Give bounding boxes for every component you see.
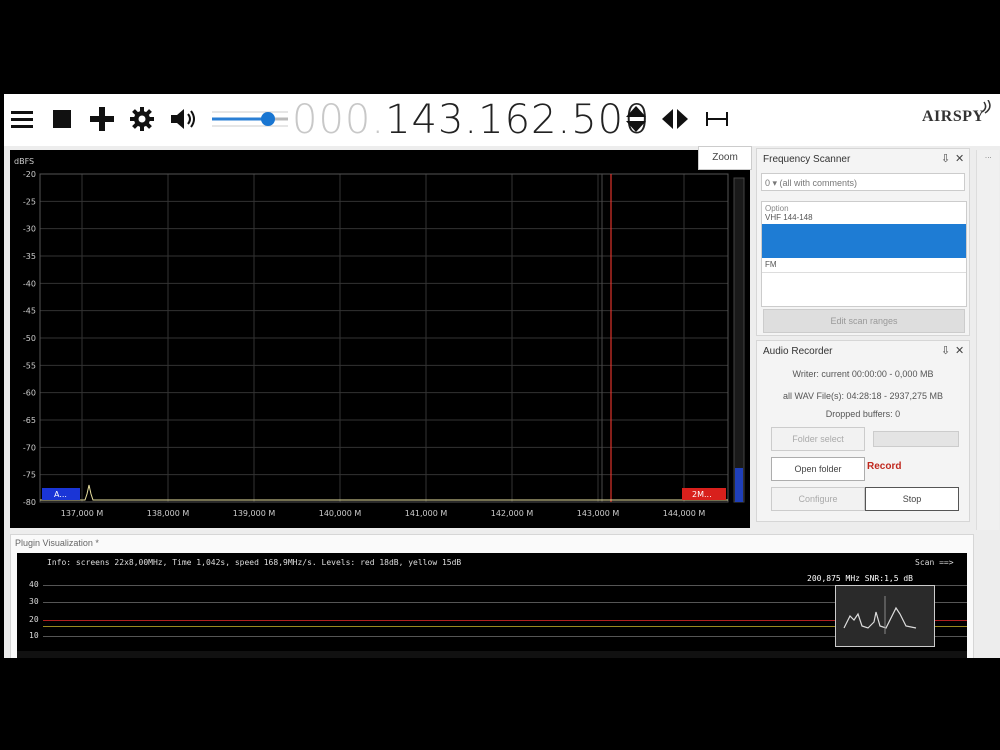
frequency-display[interactable]: 000.143.162.500 bbox=[292, 97, 651, 143]
recorder-all-files: all WAV File(s): 04:28:18 - 2937,275 MB bbox=[782, 391, 944, 401]
y-tick-label: -35 bbox=[23, 252, 36, 261]
viz-title: Plugin Visualization * bbox=[15, 538, 99, 548]
viz-gridline bbox=[43, 585, 967, 586]
recorder-current: Writer: current 00:00:00 - 0,000 MB bbox=[792, 369, 934, 379]
list-divider bbox=[762, 272, 966, 273]
toolbar: 000.143.162.500 AIRSPY bbox=[4, 94, 1000, 146]
list-item[interactable]: Option bbox=[765, 204, 789, 213]
x-tick-label: 141,000 M bbox=[405, 509, 448, 518]
folder-select-button[interactable]: Folder select bbox=[771, 427, 865, 451]
x-tick-label: 142,000 M bbox=[491, 509, 534, 518]
viz-bottom-strip bbox=[17, 651, 967, 658]
tuning-left-right-icon[interactable] bbox=[660, 104, 690, 134]
y-tick-label: -40 bbox=[23, 279, 36, 288]
y-tick-label: -60 bbox=[23, 389, 36, 398]
frequency-prefix: 000. bbox=[292, 97, 386, 143]
x-tick-label: 137,000 M bbox=[61, 509, 104, 518]
viz-tick: 10 bbox=[29, 631, 39, 640]
x-tick-label: 138,000 M bbox=[147, 509, 190, 518]
menu-icon[interactable] bbox=[10, 104, 34, 134]
plugin-visualization-panel: Plugin Visualization * Info: screens 22x… bbox=[10, 534, 974, 658]
visualization-screen[interactable]: Info: screens 22x8,00MHz, Time 1,042s, s… bbox=[17, 553, 967, 658]
y-tick-label: -75 bbox=[23, 471, 36, 480]
viz-tick: 40 bbox=[29, 580, 39, 589]
x-tick-label: 139,000 M bbox=[233, 509, 276, 518]
record-progress-bar bbox=[873, 431, 959, 447]
viz-tick: 20 bbox=[29, 615, 39, 624]
y-tick-label: -55 bbox=[23, 361, 36, 370]
list-item[interactable]: FM bbox=[765, 260, 777, 269]
pin-icon[interactable]: ⇩ bbox=[941, 344, 950, 357]
audio-recorder-panel: Audio Recorder ⇩ ✕ Writer: current 00:00… bbox=[756, 340, 970, 522]
y-tick-label: -45 bbox=[23, 307, 36, 316]
y-tick-label: -30 bbox=[23, 225, 36, 234]
configure-button[interactable]: Configure bbox=[771, 487, 865, 511]
unit-label: dBFS bbox=[14, 157, 34, 166]
signal-waves-icon bbox=[981, 100, 991, 114]
list-item-selected[interactable] bbox=[762, 224, 966, 258]
close-icon[interactable]: ✕ bbox=[955, 152, 964, 165]
scan-label: Scan ==> bbox=[915, 558, 954, 567]
speaker-icon[interactable] bbox=[168, 104, 200, 134]
viz-tick: 30 bbox=[29, 597, 39, 606]
viz-gridline bbox=[43, 636, 967, 637]
right-badge-label: 2M... bbox=[692, 490, 712, 499]
spectrum-plot[interactable]: dBFS -20 -25 -30 -35 -40 -45 -50 -55 -60 -65 -70 -75… bbox=[10, 150, 750, 528]
close-icon[interactable]: ✕ bbox=[955, 344, 964, 357]
scanner-dropdown[interactable]: 0 ▾ (all with comments) bbox=[761, 173, 965, 191]
x-tick-label: 143,000 M bbox=[577, 509, 620, 518]
red-level-line bbox=[43, 620, 967, 621]
right-side-strip: ⋮ bbox=[976, 150, 999, 530]
viz-info: Info: screens 22x8,00MHz, Time 1,042s, s… bbox=[47, 558, 462, 567]
gear-icon[interactable] bbox=[128, 104, 156, 134]
side-tab[interactable]: ⋮ bbox=[983, 154, 991, 161]
signal-preview-box bbox=[835, 585, 935, 647]
stop-icon[interactable] bbox=[50, 104, 74, 134]
logo-text: AIRSPY bbox=[922, 108, 985, 125]
yellow-level-line bbox=[43, 626, 967, 627]
open-folder-button[interactable]: Open folder bbox=[771, 457, 865, 481]
frequency-scanner-panel: Frequency Scanner ⇩ ✕ 0 ▾ (all with comm… bbox=[756, 148, 970, 336]
x-tick-label: 140,000 M bbox=[319, 509, 362, 518]
edit-scan-ranges-button[interactable]: Edit scan ranges bbox=[763, 309, 965, 333]
spectrum-trace bbox=[40, 484, 728, 501]
pin-icon[interactable]: ⇩ bbox=[941, 152, 950, 165]
y-tick-label: -65 bbox=[23, 416, 36, 425]
record-status: Record bbox=[867, 461, 902, 472]
scanner-title: Frequency Scanner bbox=[763, 154, 851, 165]
volume-slider[interactable] bbox=[208, 104, 292, 134]
left-badge-label: A... bbox=[54, 490, 67, 499]
span-icon[interactable] bbox=[704, 104, 730, 134]
recorder-dropped: Dropped buffers: 0 bbox=[825, 409, 901, 419]
list-item[interactable]: VHF 144-148 bbox=[765, 213, 813, 222]
y-tick-label: -20 bbox=[23, 170, 36, 179]
tab-zoom[interactable]: Zoom bbox=[698, 146, 752, 170]
y-tick-label: -80 bbox=[23, 498, 36, 507]
recorder-title: Audio Recorder bbox=[763, 346, 833, 357]
spectrum-analyzer[interactable]: dBFS -20 -25 -30 -35 -40 -45 -50 -55 -60 -65 -70 -75… bbox=[10, 150, 750, 528]
y-tick-label: -25 bbox=[23, 197, 36, 206]
y-tick-label: -50 bbox=[23, 334, 36, 343]
spectrum-scrollbar bbox=[733, 177, 745, 503]
spectrum-scroll-thumb bbox=[735, 468, 743, 502]
tuning-up-down-icon[interactable] bbox=[624, 104, 648, 134]
viz-gridline bbox=[43, 602, 967, 603]
add-icon[interactable] bbox=[88, 104, 116, 134]
airspy-logo: AIRSPY bbox=[922, 100, 991, 126]
viz-readout: 200,875 MHz SNR:1,5 dB bbox=[807, 574, 913, 583]
scan-range-list[interactable]: Option VHF 144-148 FM bbox=[761, 201, 967, 307]
frequency-value: 143.162.500 bbox=[385, 97, 651, 143]
app-window: 000.143.162.500 AIRSPY dBFS -20 -25 -30 -35 -… bbox=[4, 94, 1000, 658]
x-tick-label: 144,000 M bbox=[663, 509, 706, 518]
y-tick-label: -70 bbox=[23, 443, 36, 452]
stop-button[interactable]: Stop bbox=[865, 487, 959, 511]
